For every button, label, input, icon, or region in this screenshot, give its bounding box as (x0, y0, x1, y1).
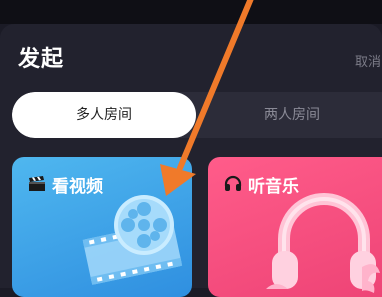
pointer-arrow (160, 0, 254, 196)
